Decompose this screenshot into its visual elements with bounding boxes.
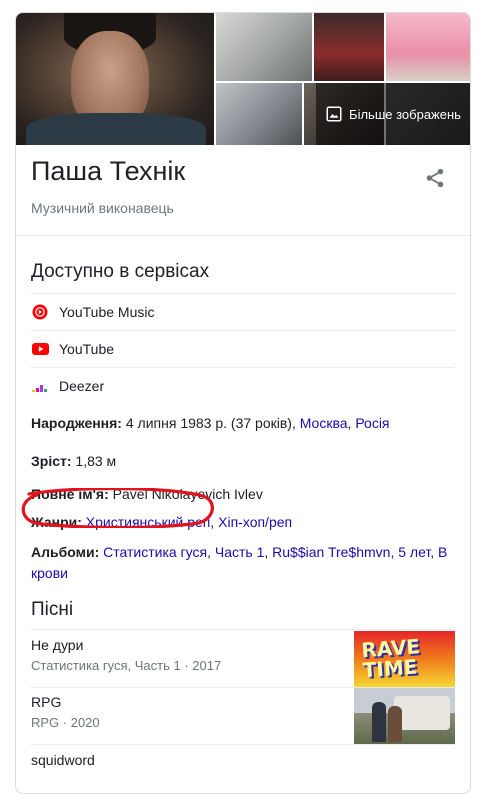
song-title: RPG (31, 694, 62, 710)
fact-label: Альбоми: (31, 544, 100, 560)
fact-fullname: Повне ім'я: Pavel Nikolayevich Ivlev (31, 484, 461, 505)
song-item[interactable]: Не дури Статистика гуся, Часть 1 · 2017 … (31, 631, 455, 687)
fact-label: Жанри: (31, 514, 82, 530)
fact-label: Повне ім'я: (31, 486, 109, 502)
fact-albums: Альбоми: Статистика гуся, Часть 1, Ru$$i… (31, 544, 448, 581)
song-title: Не дури (31, 637, 84, 653)
service-label: YouTube Music (59, 304, 155, 320)
photo-thumb-1[interactable] (216, 13, 312, 81)
share-icon[interactable] (424, 167, 446, 189)
album-link[interactable]: Статистика гуся (103, 544, 207, 560)
fact-genres: Жанри: Християнський реп, Хіп-хоп/реп (31, 512, 461, 533)
service-label: YouTube (59, 341, 115, 357)
entity-type: Музичний виконавець (31, 200, 174, 216)
deezer-icon (31, 377, 49, 395)
service-youtube-music[interactable]: YouTube Music (31, 294, 455, 330)
fact-height: Зріст: 1,83 м (31, 451, 461, 472)
height-value: 1,83 м (75, 453, 117, 469)
song-item[interactable]: squidword (31, 746, 455, 793)
main-photo[interactable] (16, 13, 214, 145)
separator: , (210, 514, 215, 530)
services-heading: Доступно в сервісах (31, 261, 210, 282)
image-gallery: Більше зображень (16, 13, 470, 145)
photo-jacket (26, 113, 206, 145)
song-thumbnail (354, 688, 455, 744)
service-youtube[interactable]: YouTube (31, 331, 455, 367)
fullname-value: Pavel Nikolayevich Ivlev (112, 486, 263, 502)
more-images-label: Більше зображень (349, 106, 461, 122)
song-meta: Статистика гуся, Часть 1 · 2017 (31, 658, 222, 673)
knowledge-panel: Більше зображень Паша Технік Музичний ви… (15, 12, 471, 794)
divider (31, 629, 455, 630)
album-link[interactable]: 5 лет (398, 544, 430, 560)
born-country-link[interactable]: Росія (355, 415, 389, 431)
more-images-button[interactable]: Більше зображень (316, 83, 470, 145)
album-link[interactable]: Ru$$ian Tre$hmvn (272, 544, 390, 560)
thumbnail-person (388, 706, 402, 742)
divider (16, 235, 470, 236)
photo-thumb-4[interactable] (216, 83, 302, 145)
fact-born: Народження: 4 липня 1983 р. (37 років), … (31, 413, 461, 434)
service-deezer[interactable]: Deezer (31, 368, 455, 404)
born-city-link[interactable]: Москва (300, 415, 348, 431)
song-item[interactable]: RPG RPG · 2020 (31, 688, 455, 744)
song-thumbnail: RAVE TIME (354, 631, 455, 687)
youtube-icon (31, 340, 49, 358)
song-meta: RPG · 2020 (31, 715, 100, 730)
photo-thumb-3[interactable] (386, 13, 470, 81)
songs-heading: Пісні (31, 599, 74, 620)
album-link[interactable]: Часть 1 (215, 544, 265, 560)
genre-link-hiphop[interactable]: Хіп-хоп/реп (218, 514, 292, 530)
thumbnail-van (394, 696, 450, 730)
youtube-music-icon (31, 303, 49, 321)
separator: , (347, 415, 352, 431)
divider (31, 744, 455, 745)
page-title: Паша Технік (31, 156, 186, 186)
fact-label: Народження: (31, 415, 122, 431)
born-date: 4 липня 1983 р. (37 років), (125, 415, 296, 431)
thumbnail-text: RAVE TIME (360, 634, 421, 683)
service-label: Deezer (59, 378, 105, 394)
image-icon (326, 106, 342, 122)
thumbnail-person (372, 702, 386, 742)
photo-thumb-2[interactable] (314, 13, 384, 81)
song-title: squidword (31, 752, 95, 768)
fact-label: Зріст: (31, 453, 72, 469)
genre-link-christian-rap[interactable]: Християнський реп (86, 514, 211, 530)
